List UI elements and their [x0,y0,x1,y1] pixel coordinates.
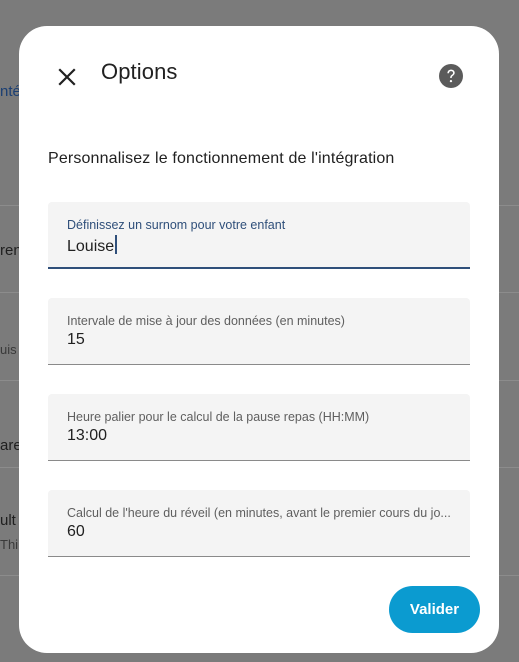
background-text: nté [0,83,21,100]
update-interval-field[interactable]: Intervale de mise à jour des données (en… [48,298,470,365]
nickname-field-value[interactable]: Louise [67,235,117,256]
nickname-field-label: Définissez un surnom pour votre enfant [67,218,286,232]
lunch-break-time-field-value[interactable]: 13:00 [67,427,107,445]
dialog-description: Personnalisez le fonctionnement de l'int… [48,150,395,167]
update-interval-field-label: Intervale de mise à jour des données (en… [67,314,345,328]
background-text: Thi [0,537,19,552]
help-button[interactable] [435,60,467,92]
lunch-break-time-field-label: Heure palier pour le calcul de la pause … [67,410,370,424]
background-text: ult [0,512,16,529]
nickname-field-text: Louise [67,238,115,255]
submit-button[interactable]: Valider [389,586,480,633]
text-caret [115,235,117,254]
dialog-title: Options [101,59,178,84]
close-icon [58,68,76,86]
lunch-break-time-field[interactable]: Heure palier pour le calcul de la pause … [48,394,470,461]
nickname-field[interactable]: Définissez un surnom pour votre enfant L… [48,202,470,269]
help-circle-icon [439,64,463,88]
update-interval-field-value[interactable]: 15 [67,331,85,349]
wakeup-time-field-label: Calcul de l'heure du réveil (en minutes,… [67,506,451,520]
wakeup-time-field-value[interactable]: 60 [67,523,85,541]
wakeup-time-field[interactable]: Calcul de l'heure du réveil (en minutes,… [48,490,470,557]
close-button[interactable] [49,59,85,95]
background-text: uis [0,342,17,357]
options-dialog: Options Personnalisez le fonctionnement … [19,26,499,653]
